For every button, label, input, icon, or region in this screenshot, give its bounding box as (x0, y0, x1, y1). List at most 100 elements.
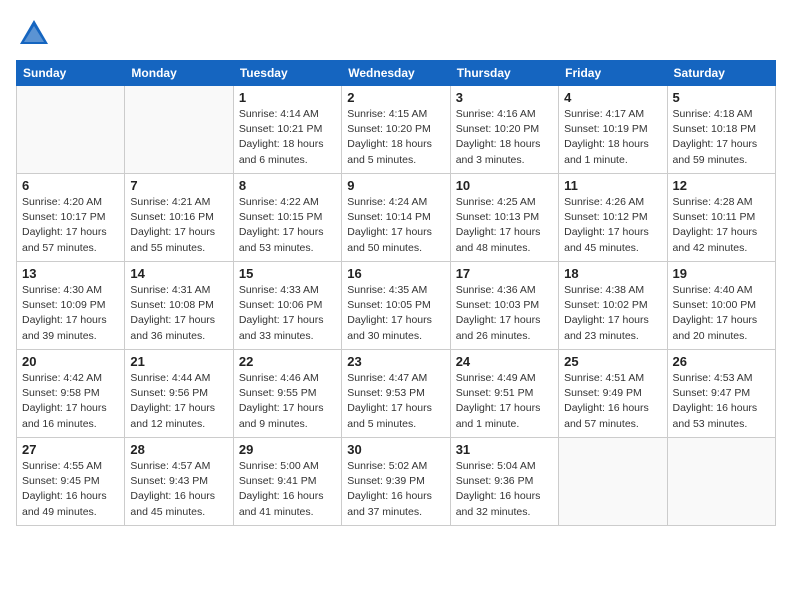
day-detail: Sunrise: 4:18 AM Sunset: 10:18 PM Daylig… (673, 107, 770, 168)
day-number: 13 (22, 266, 119, 281)
day-number: 26 (673, 354, 770, 369)
calendar-day: 10 Sunrise: 4:25 AM Sunset: 10:13 PM Dayl… (450, 174, 558, 262)
day-number: 4 (564, 90, 661, 105)
day-detail: Sunrise: 4:57 AM Sunset: 9:43 PM Dayligh… (130, 459, 227, 520)
day-number: 19 (673, 266, 770, 281)
day-number: 3 (456, 90, 553, 105)
calendar-week-3: 13Sunrise: 4:30 AM Sunset: 10:09 PM Dayl… (17, 262, 776, 350)
day-number: 27 (22, 442, 119, 457)
day-detail: Sunrise: 4:42 AM Sunset: 9:58 PM Dayligh… (22, 371, 119, 432)
day-number: 30 (347, 442, 444, 457)
day-detail: Sunrise: 4:51 AM Sunset: 9:49 PM Dayligh… (564, 371, 661, 432)
calendar-day: 15 Sunrise: 4:33 AM Sunset: 10:06 PM Dayl… (233, 262, 341, 350)
day-detail: Sunrise: 4:55 AM Sunset: 9:45 PM Dayligh… (22, 459, 119, 520)
day-number: 28 (130, 442, 227, 457)
logo (16, 16, 56, 52)
day-number: 16 (347, 266, 444, 281)
day-detail: Sunrise: 4:15 AM Sunset: 10:20 PM Daylig… (347, 107, 444, 168)
day-detail: Sunrise: 4:26 AM Sunset: 10:12 PM Daylig… (564, 195, 661, 256)
day-detail: Sunrise: 4:35 AM Sunset: 10:05 PM Daylig… (347, 283, 444, 344)
day-detail: Sunrise: 4:38 AM Sunset: 10:02 PM Daylig… (564, 283, 661, 344)
calendar-week-4: 20Sunrise: 4:42 AM Sunset: 9:58 PM Dayli… (17, 350, 776, 438)
day-number: 21 (130, 354, 227, 369)
day-detail: Sunrise: 4:16 AM Sunset: 10:20 PM Daylig… (456, 107, 553, 168)
calendar-week-1: 1 Sunrise: 4:14 AM Sunset: 10:21 PM Dayli… (17, 86, 776, 174)
day-number: 11 (564, 178, 661, 193)
day-detail: Sunrise: 4:44 AM Sunset: 9:56 PM Dayligh… (130, 371, 227, 432)
calendar-day: 25 Sunrise: 4:51 AM Sunset: 9:49 PM Dayli… (559, 350, 667, 438)
day-detail: Sunrise: 4:25 AM Sunset: 10:13 PM Daylig… (456, 195, 553, 256)
day-detail: Sunrise: 5:00 AM Sunset: 9:41 PM Dayligh… (239, 459, 336, 520)
day-number: 5 (673, 90, 770, 105)
calendar-day: 19Sunrise: 4:40 AM Sunset: 10:00 PM Dayl… (667, 262, 775, 350)
day-number: 18 (564, 266, 661, 281)
day-number: 1 (239, 90, 336, 105)
day-detail: Sunrise: 4:36 AM Sunset: 10:03 PM Daylig… (456, 283, 553, 344)
day-number: 23 (347, 354, 444, 369)
day-number: 29 (239, 442, 336, 457)
calendar-day: 24Sunrise: 4:49 AM Sunset: 9:51 PM Dayli… (450, 350, 558, 438)
calendar-day (17, 86, 125, 174)
calendar-week-2: 6 Sunrise: 4:20 AM Sunset: 10:17 PM Dayli… (17, 174, 776, 262)
calendar-table: SundayMondayTuesdayWednesdayThursdayFrid… (16, 60, 776, 526)
weekday-header-wednesday: Wednesday (342, 61, 450, 86)
calendar-day: 20Sunrise: 4:42 AM Sunset: 9:58 PM Dayli… (17, 350, 125, 438)
calendar-day: 17 Sunrise: 4:36 AM Sunset: 10:03 PM Dayl… (450, 262, 558, 350)
calendar-day: 18 Sunrise: 4:38 AM Sunset: 10:02 PM Dayl… (559, 262, 667, 350)
day-detail: Sunrise: 4:31 AM Sunset: 10:08 PM Daylig… (130, 283, 227, 344)
calendar-day (667, 438, 775, 526)
weekday-header-friday: Friday (559, 61, 667, 86)
page-header (16, 16, 776, 52)
calendar-day: 28 Sunrise: 4:57 AM Sunset: 9:43 PM Dayli… (125, 438, 233, 526)
weekday-header-monday: Monday (125, 61, 233, 86)
weekday-header-sunday: Sunday (17, 61, 125, 86)
weekday-header-tuesday: Tuesday (233, 61, 341, 86)
day-number: 15 (239, 266, 336, 281)
calendar-day: 3 Sunrise: 4:16 AM Sunset: 10:20 PM Dayli… (450, 86, 558, 174)
calendar-day: 11 Sunrise: 4:26 AM Sunset: 10:12 PM Dayl… (559, 174, 667, 262)
weekday-header-saturday: Saturday (667, 61, 775, 86)
calendar-day: 4 Sunrise: 4:17 AM Sunset: 10:19 PM Dayli… (559, 86, 667, 174)
calendar-day (125, 86, 233, 174)
calendar-day: 21 Sunrise: 4:44 AM Sunset: 9:56 PM Dayli… (125, 350, 233, 438)
day-detail: Sunrise: 4:22 AM Sunset: 10:15 PM Daylig… (239, 195, 336, 256)
calendar-day: 8 Sunrise: 4:22 AM Sunset: 10:15 PM Dayli… (233, 174, 341, 262)
calendar-day: 9 Sunrise: 4:24 AM Sunset: 10:14 PM Dayli… (342, 174, 450, 262)
calendar-day: 16 Sunrise: 4:35 AM Sunset: 10:05 PM Dayl… (342, 262, 450, 350)
day-detail: Sunrise: 4:33 AM Sunset: 10:06 PM Daylig… (239, 283, 336, 344)
day-detail: Sunrise: 4:14 AM Sunset: 10:21 PM Daylig… (239, 107, 336, 168)
calendar-day: 22 Sunrise: 4:46 AM Sunset: 9:55 PM Dayli… (233, 350, 341, 438)
day-number: 14 (130, 266, 227, 281)
calendar-day: 31Sunrise: 5:04 AM Sunset: 9:36 PM Dayli… (450, 438, 558, 526)
day-detail: Sunrise: 4:17 AM Sunset: 10:19 PM Daylig… (564, 107, 661, 168)
calendar-day: 26 Sunrise: 4:53 AM Sunset: 9:47 PM Dayli… (667, 350, 775, 438)
day-detail: Sunrise: 4:24 AM Sunset: 10:14 PM Daylig… (347, 195, 444, 256)
day-number: 17 (456, 266, 553, 281)
day-detail: Sunrise: 4:20 AM Sunset: 10:17 PM Daylig… (22, 195, 119, 256)
day-number: 7 (130, 178, 227, 193)
day-detail: Sunrise: 5:02 AM Sunset: 9:39 PM Dayligh… (347, 459, 444, 520)
day-detail: Sunrise: 4:28 AM Sunset: 10:11 PM Daylig… (673, 195, 770, 256)
calendar-day: 5 Sunrise: 4:18 AM Sunset: 10:18 PM Dayli… (667, 86, 775, 174)
calendar-day: 14 Sunrise: 4:31 AM Sunset: 10:08 PM Dayl… (125, 262, 233, 350)
day-number: 10 (456, 178, 553, 193)
day-detail: Sunrise: 4:21 AM Sunset: 10:16 PM Daylig… (130, 195, 227, 256)
calendar-day: 1 Sunrise: 4:14 AM Sunset: 10:21 PM Dayli… (233, 86, 341, 174)
calendar-day: 2Sunrise: 4:15 AM Sunset: 10:20 PM Dayli… (342, 86, 450, 174)
day-number: 8 (239, 178, 336, 193)
day-detail: Sunrise: 4:47 AM Sunset: 9:53 PM Dayligh… (347, 371, 444, 432)
day-number: 25 (564, 354, 661, 369)
day-number: 24 (456, 354, 553, 369)
day-number: 9 (347, 178, 444, 193)
day-detail: Sunrise: 4:53 AM Sunset: 9:47 PM Dayligh… (673, 371, 770, 432)
weekday-header-thursday: Thursday (450, 61, 558, 86)
calendar-day: 30 Sunrise: 5:02 AM Sunset: 9:39 PM Dayli… (342, 438, 450, 526)
day-number: 31 (456, 442, 553, 457)
calendar-week-5: 27 Sunrise: 4:55 AM Sunset: 9:45 PM Dayli… (17, 438, 776, 526)
calendar-day (559, 438, 667, 526)
day-number: 6 (22, 178, 119, 193)
logo-icon (16, 16, 52, 52)
day-number: 22 (239, 354, 336, 369)
day-detail: Sunrise: 4:46 AM Sunset: 9:55 PM Dayligh… (239, 371, 336, 432)
calendar-day: 27 Sunrise: 4:55 AM Sunset: 9:45 PM Dayli… (17, 438, 125, 526)
